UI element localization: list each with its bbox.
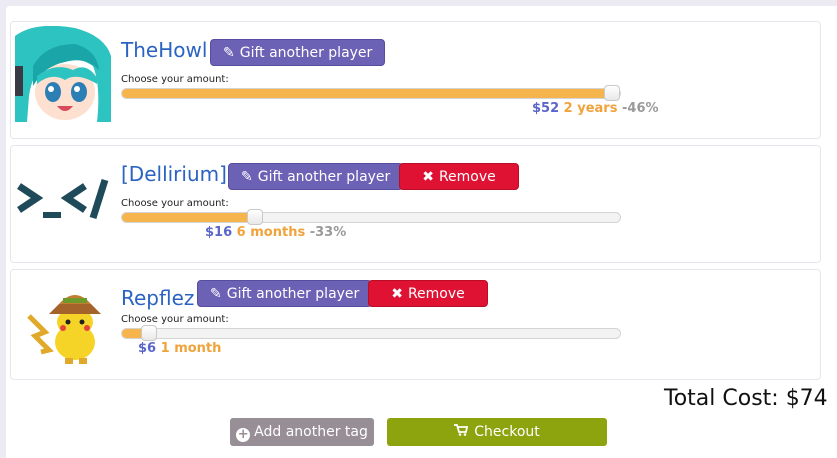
- cart-icon: [454, 418, 469, 446]
- amount-slider[interactable]: [121, 85, 621, 101]
- discount-value: -46%: [622, 101, 659, 116]
- gift-button-label: Gift another player: [239, 45, 373, 61]
- amount-slider-fill: [122, 213, 256, 222]
- duration-value: 1 month: [160, 341, 222, 356]
- amount-slider-fill: [122, 89, 612, 98]
- amount-slider[interactable]: [121, 209, 621, 225]
- choose-amount-label: Choose your amount:: [121, 74, 229, 85]
- price-value: $6: [138, 341, 157, 356]
- gift-another-player-button[interactable]: ✎ Gift another player: [228, 163, 404, 190]
- choose-amount-label: Choose your amount:: [121, 198, 229, 209]
- pencil-square-icon: ✎: [241, 169, 253, 185]
- choose-amount-label: Choose your amount:: [121, 314, 229, 325]
- gift-button-label: Gift another player: [257, 169, 391, 185]
- price-summary: $16 6 months -33%: [205, 225, 346, 240]
- pencil-square-icon: ✎: [210, 286, 222, 302]
- avatar: [15, 274, 111, 370]
- add-another-tag-button[interactable]: + Add another tag: [230, 418, 374, 446]
- checkout-label: Checkout: [474, 424, 540, 440]
- discount-value: -33%: [309, 225, 347, 240]
- player-name: [Dellirium]: [121, 162, 227, 186]
- gift-card: [Dellirium] ✎ Gift another player ✖ Remove…: [10, 145, 821, 263]
- x-icon: ✖: [422, 169, 434, 185]
- price-value: $52: [532, 101, 560, 116]
- amount-slider-handle[interactable]: [604, 85, 620, 101]
- total-cost: Total Cost: $74: [664, 386, 828, 411]
- checkout-button[interactable]: Checkout: [387, 418, 607, 446]
- amount-slider-handle[interactable]: [141, 325, 158, 341]
- duration-value: 6 months: [236, 225, 306, 240]
- gift-button-label: Gift another player: [226, 286, 360, 302]
- x-icon: ✖: [391, 286, 403, 302]
- gift-card: Repflez ✎ Gift another player ✖ Remove Cho…: [10, 269, 821, 380]
- avatar: [15, 150, 111, 246]
- gift-card: TheHowl ✎ Gift another player Choose your…: [10, 21, 821, 139]
- add-tag-label: Add another tag: [254, 424, 368, 440]
- price-summary: $52 2 years -46%: [532, 101, 659, 116]
- amount-slider-handle[interactable]: [247, 209, 264, 225]
- gift-another-player-button[interactable]: ✎ Gift another player: [210, 39, 386, 66]
- gift-another-player-button[interactable]: ✎ Gift another player: [197, 280, 373, 307]
- price-summary: $6 1 month: [138, 341, 221, 356]
- player-name: Repflez: [121, 286, 195, 310]
- remove-button-label: Remove: [407, 286, 465, 302]
- amount-slider[interactable]: [121, 325, 621, 341]
- remove-button[interactable]: ✖ Remove: [368, 280, 488, 307]
- price-value: $16: [205, 225, 233, 240]
- plus-circle-icon: +: [236, 427, 251, 442]
- remove-button[interactable]: ✖ Remove: [399, 163, 519, 190]
- player-name: TheHowl: [121, 38, 208, 62]
- duration-value: 2 years: [563, 101, 618, 116]
- pencil-square-icon: ✎: [223, 45, 235, 61]
- remove-button-label: Remove: [438, 169, 496, 185]
- avatar: [15, 26, 111, 122]
